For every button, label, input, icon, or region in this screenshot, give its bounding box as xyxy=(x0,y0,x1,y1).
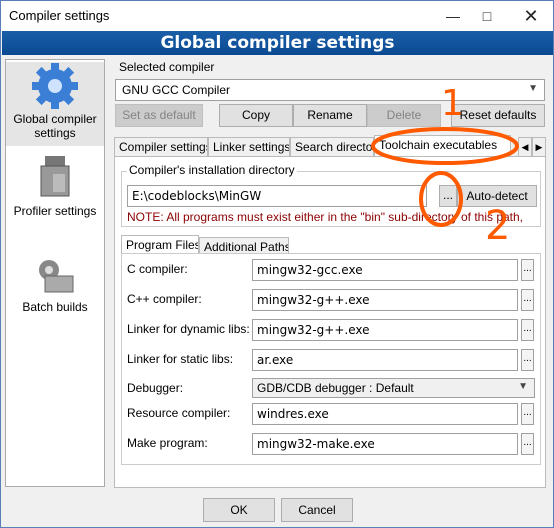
compiler-select[interactable]: GNU GCC Compiler ▼ xyxy=(115,79,545,101)
resource-compiler-label: Resource compiler: xyxy=(127,406,231,420)
tab-additional-paths[interactable]: Additional Paths xyxy=(199,237,289,253)
tab-scroll-right-icon[interactable]: ▶ xyxy=(532,137,546,157)
category-sidebar: Global compiler settings Profiler settin… xyxy=(5,59,105,487)
c-compiler-input[interactable]: mingw32-gcc.exe xyxy=(252,259,518,281)
tab-linker-settings[interactable]: Linker settings xyxy=(208,137,290,157)
auto-detect-button[interactable]: Auto-detect xyxy=(457,185,537,207)
tab-search-directories[interactable]: Search directories xyxy=(290,137,374,157)
window-title: Compiler settings xyxy=(9,8,110,23)
sidebar-item-global-compiler-settings[interactable]: Global compiler settings xyxy=(6,62,104,146)
batch-build-icon xyxy=(39,260,74,293)
tab-toolchain-executables[interactable]: Toolchain executables xyxy=(374,135,511,157)
reset-defaults-button[interactable]: Reset defaults xyxy=(451,104,545,127)
static-linker-label: Linker for static libs: xyxy=(127,352,234,366)
set-as-default-button[interactable]: Set as default xyxy=(115,104,203,127)
make-program-label: Make program: xyxy=(127,436,208,450)
tab-compiler-settings[interactable]: Compiler settings xyxy=(114,137,208,157)
selected-compiler-label: Selected compiler xyxy=(119,60,215,74)
debugger-label: Debugger: xyxy=(127,381,184,395)
install-dir-label: Compiler's installation directory xyxy=(127,163,297,177)
close-icon[interactable]: ✕ xyxy=(511,1,551,31)
debugger-select-value: GDB/CDB debugger : Default xyxy=(257,381,414,395)
title-bar: Compiler settings — □ ✕ xyxy=(1,1,553,31)
browse-make-program-button[interactable]: ... xyxy=(521,433,534,455)
page-title: Global compiler settings xyxy=(2,31,553,55)
compiler-select-value: GNU GCC Compiler xyxy=(122,83,231,97)
rename-button[interactable]: Rename xyxy=(293,104,367,127)
browse-static-linker-button[interactable]: ... xyxy=(521,349,534,371)
sidebar-item-label: Profiler settings xyxy=(13,204,97,218)
cancel-button[interactable]: Cancel xyxy=(281,498,353,522)
debugger-select[interactable]: GDB/CDB debugger : Default ▼ xyxy=(252,378,535,398)
delete-button[interactable]: Delete xyxy=(367,104,441,127)
dynamic-linker-label: Linker for dynamic libs: xyxy=(127,322,250,336)
cpp-compiler-input[interactable]: mingw32-g++.exe xyxy=(252,289,518,311)
c-compiler-label: C compiler: xyxy=(127,262,188,276)
dynamic-linker-input[interactable]: mingw32-g++.exe xyxy=(252,319,518,341)
tab-program-files[interactable]: Program Files xyxy=(121,235,199,253)
note-text: NOTE: All programs must exist either in … xyxy=(127,210,524,224)
sidebar-item-label: Global compiler xyxy=(13,112,97,126)
browse-cpp-compiler-button[interactable]: ... xyxy=(521,289,534,311)
chevron-down-icon[interactable]: ▼ xyxy=(528,83,538,94)
sidebar-item-label: Batch builds xyxy=(22,300,88,314)
tab-scroll-left-icon[interactable]: ◀ xyxy=(518,137,532,157)
stopwatch-icon xyxy=(40,156,70,197)
ok-button[interactable]: OK xyxy=(203,498,275,522)
make-program-input[interactable]: mingw32-make.exe xyxy=(252,433,518,455)
install-dir-input[interactable]: E:\codeblocks\MinGW xyxy=(127,185,427,207)
resource-compiler-input[interactable]: windres.exe xyxy=(252,403,518,425)
chevron-down-icon[interactable]: ▼ xyxy=(518,381,528,392)
static-linker-input[interactable]: ar.exe xyxy=(252,349,518,371)
cpp-compiler-label: C++ compiler: xyxy=(127,292,202,306)
browse-install-dir-button[interactable]: ... xyxy=(439,185,457,207)
sidebar-item-label: settings xyxy=(34,126,76,140)
browse-c-compiler-button[interactable]: ... xyxy=(521,259,534,281)
sidebar-item-profiler-settings[interactable]: Profiler settings xyxy=(6,152,104,230)
gear-icon xyxy=(32,63,78,109)
toolchain-panel: Compiler's installation directory E:\cod… xyxy=(114,156,546,488)
copy-button[interactable]: Copy xyxy=(219,104,293,127)
browse-resource-compiler-button[interactable]: ... xyxy=(521,403,534,425)
browse-dynamic-linker-button[interactable]: ... xyxy=(521,319,534,341)
compiler-settings-window: Compiler settings — □ ✕ Global compiler … xyxy=(0,0,554,528)
sidebar-item-batch-builds[interactable]: Batch builds xyxy=(6,254,104,324)
maximize-icon[interactable]: □ xyxy=(467,1,507,31)
